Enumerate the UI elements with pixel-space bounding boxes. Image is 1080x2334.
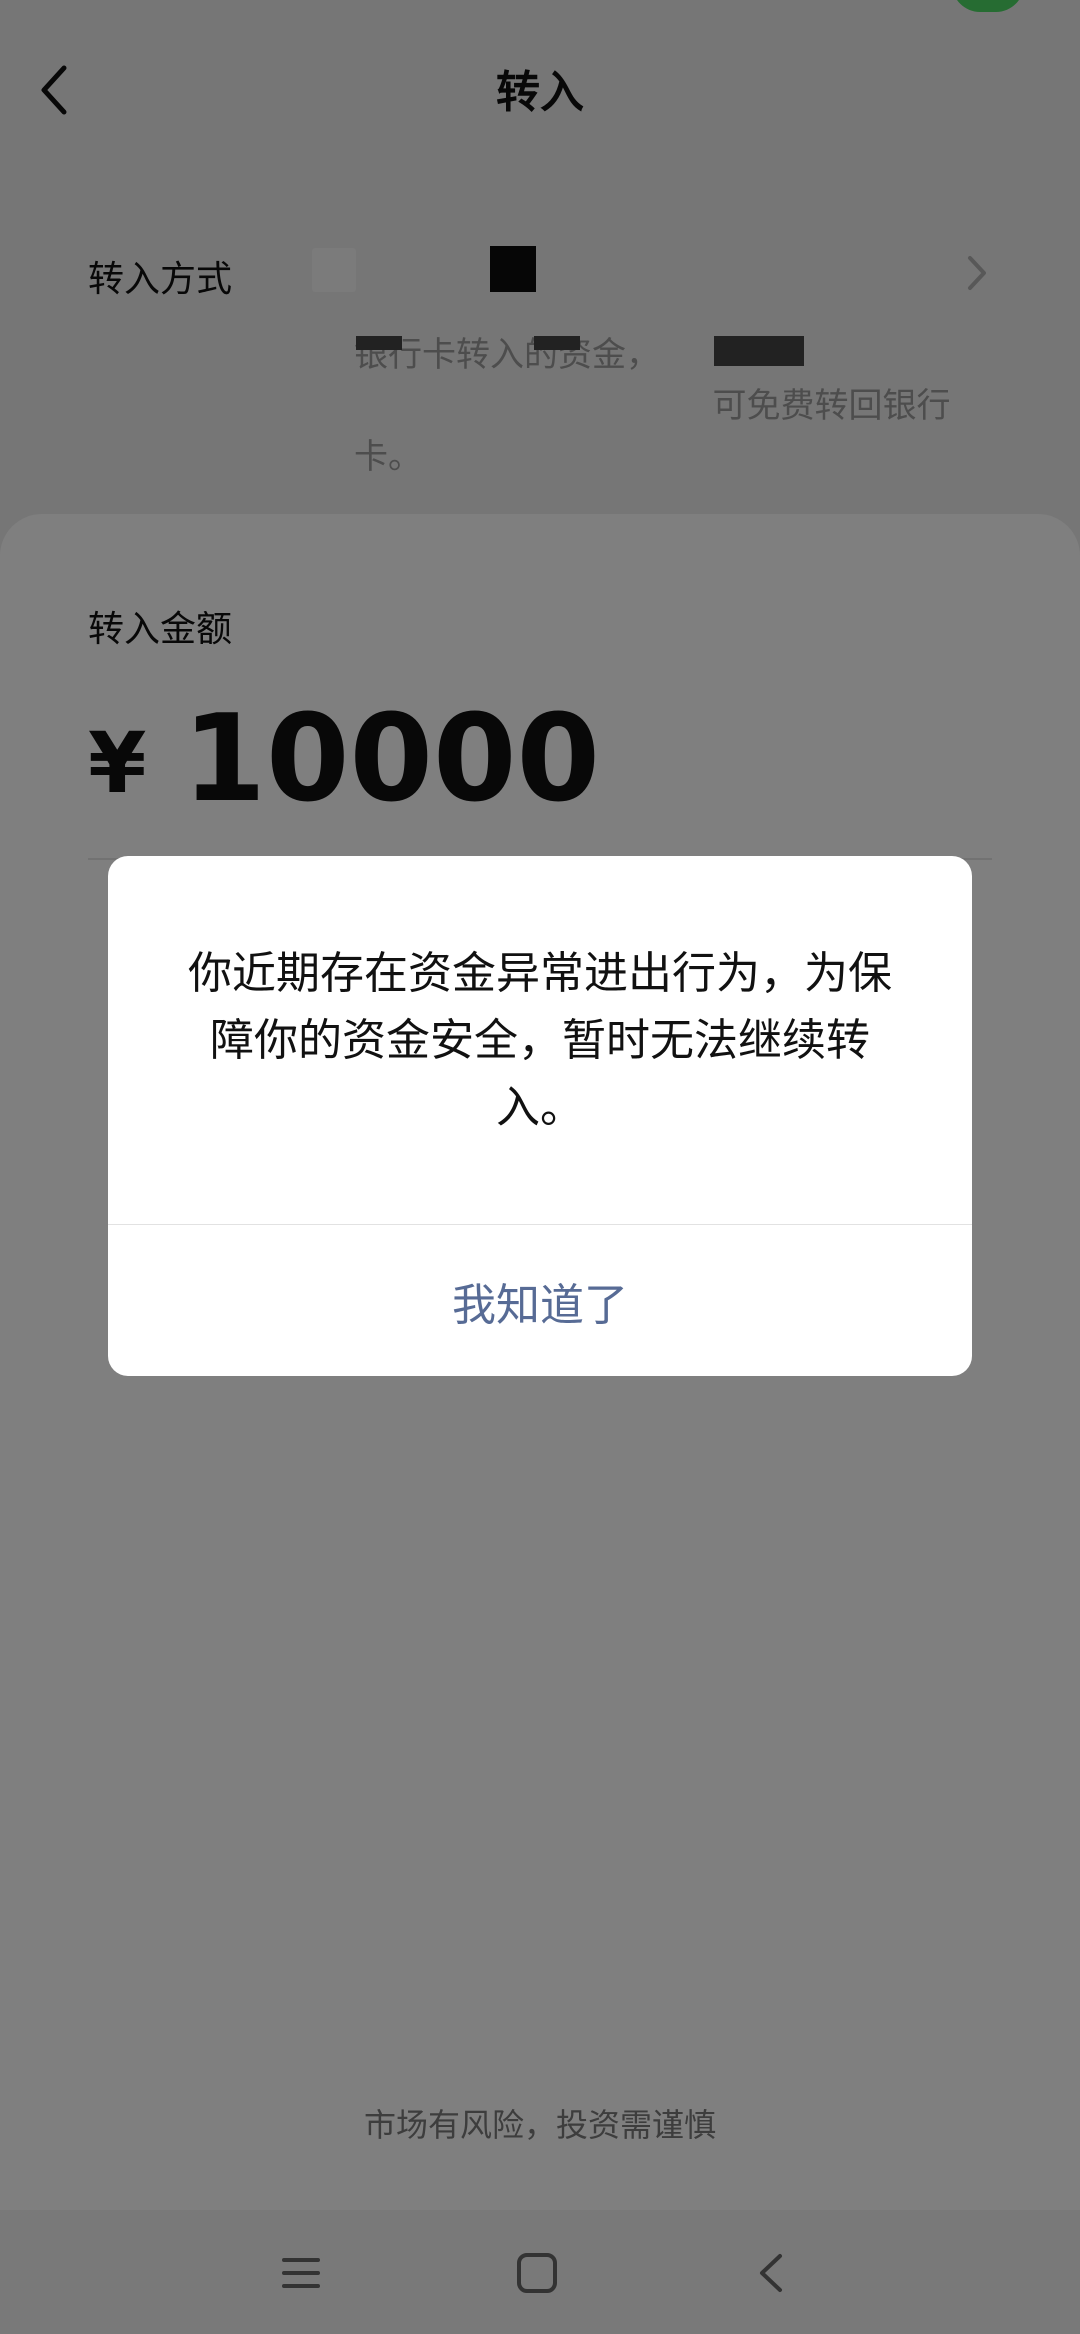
acknowledge-button[interactable]: 我知道了 bbox=[108, 1225, 972, 1376]
dialog-message: 你近期存在资金异常进出行为，为保障你的资金安全，暂时无法继续转入。 bbox=[188, 948, 892, 1133]
alert-dialog: 你近期存在资金异常进出行为，为保障你的资金安全，暂时无法继续转入。 我知道了 bbox=[108, 856, 972, 1376]
